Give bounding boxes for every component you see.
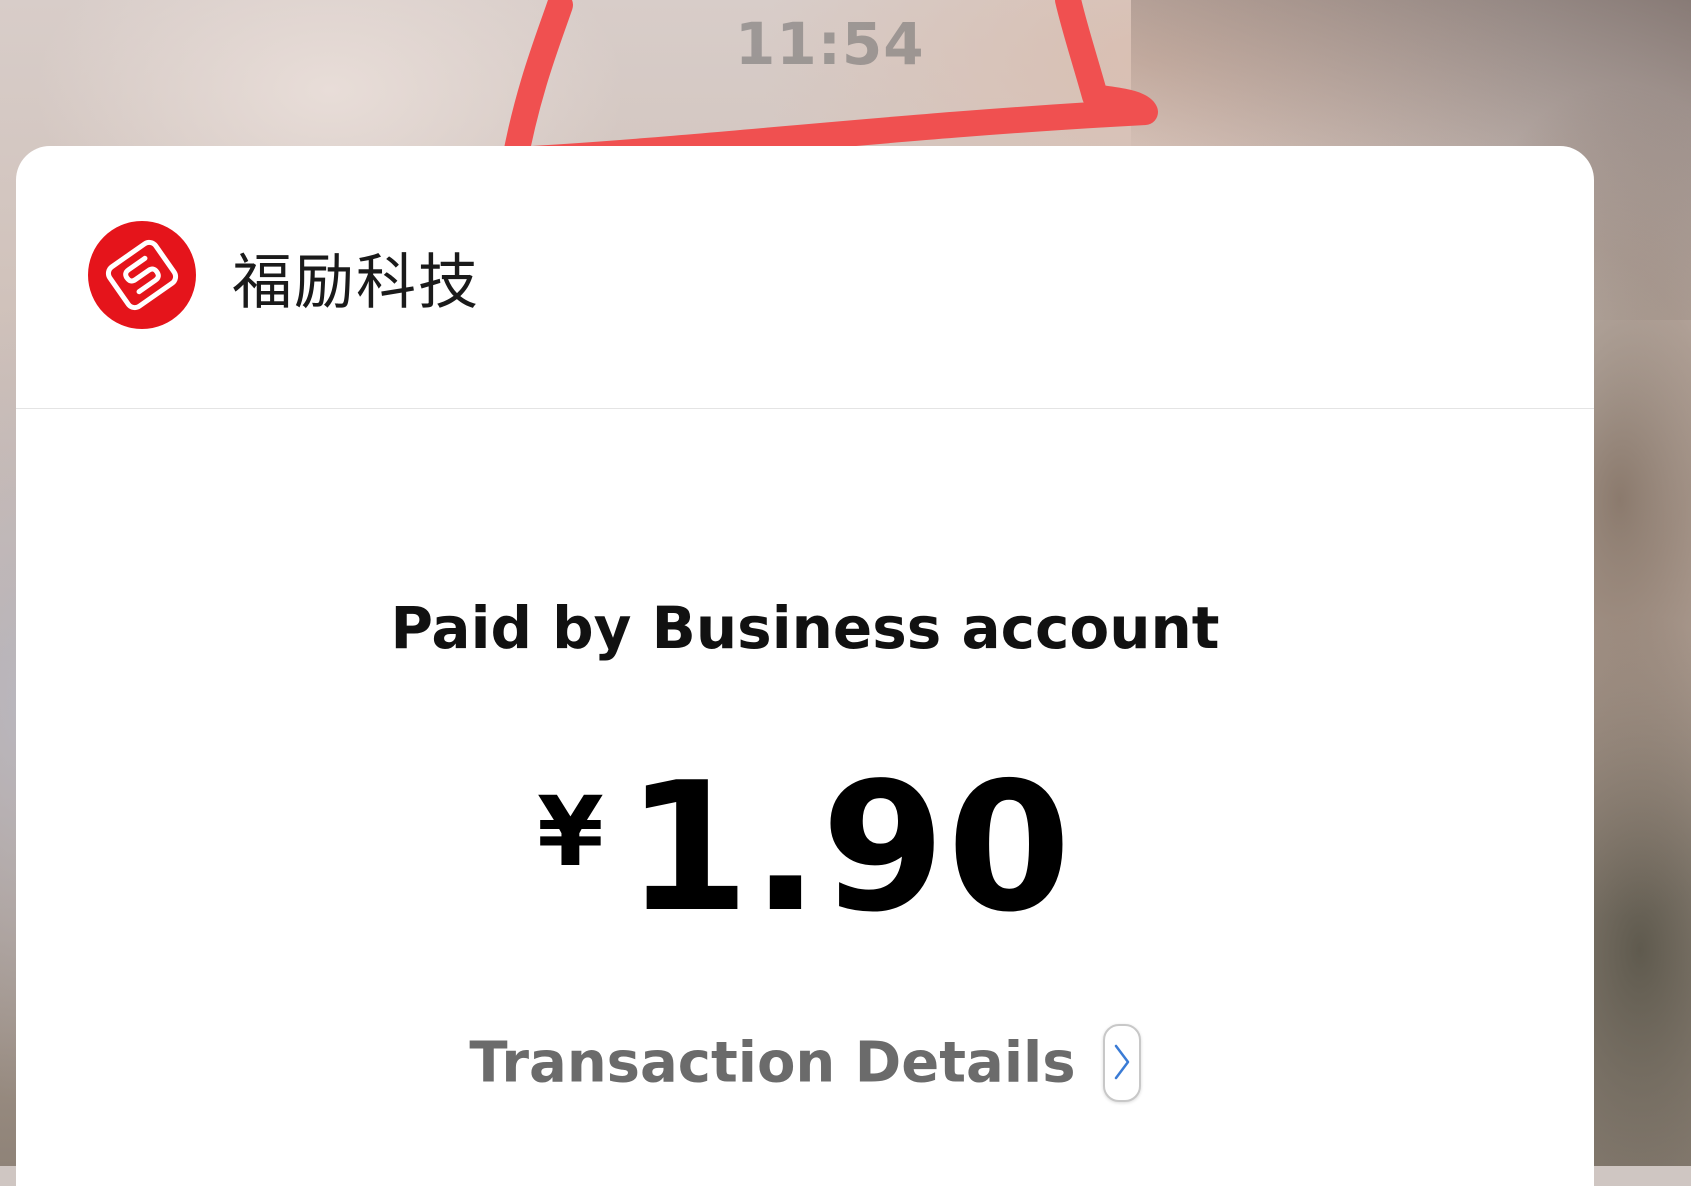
payment-method-label: Paid by Business account — [390, 594, 1220, 662]
transaction-details-link[interactable]: Transaction Details — [16, 1024, 1594, 1102]
currency-symbol: ¥ — [537, 776, 604, 888]
amount-value: 1.90 — [625, 744, 1073, 951]
chevron-right-icon[interactable] — [1102, 1024, 1141, 1102]
payment-amount: ¥1.90 — [16, 744, 1594, 951]
transaction-details-label: Transaction Details — [469, 1030, 1076, 1096]
merchant-logo-icon — [88, 221, 196, 329]
merchant-name: 福励科技 — [232, 248, 480, 318]
payment-card: 福励科技 Paid by Business account ¥1.90 Tran… — [16, 146, 1594, 1186]
merchant-header[interactable]: 福励科技 — [16, 146, 1594, 409]
